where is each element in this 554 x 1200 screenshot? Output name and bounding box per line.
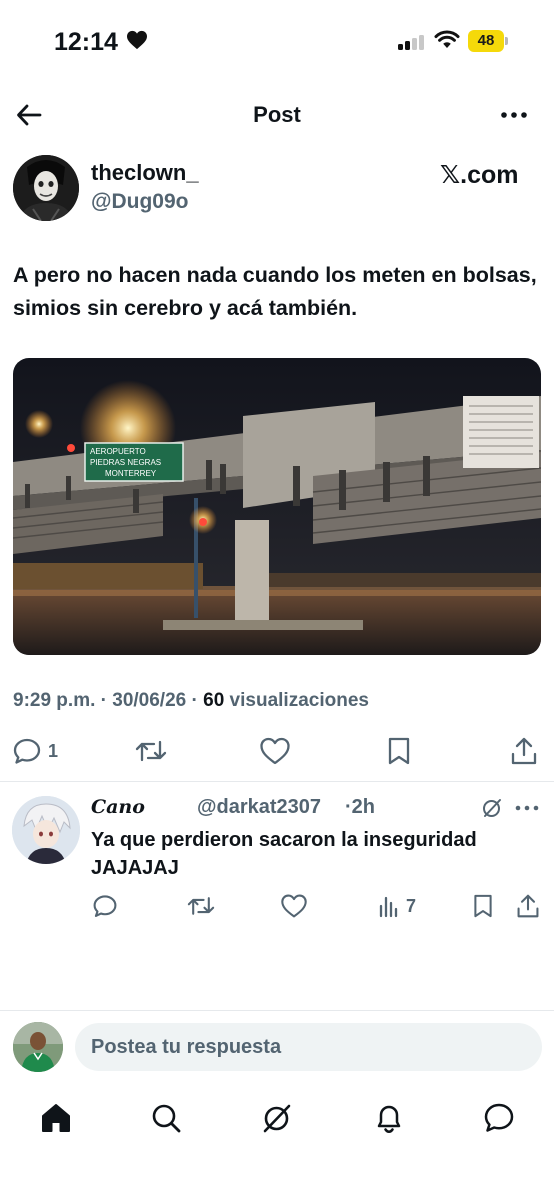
post-date: 30/06/26 xyxy=(112,690,187,711)
x-com-link[interactable]: 𝕏.com xyxy=(440,160,519,190)
author-handle[interactable]: @Dug09o xyxy=(91,190,188,214)
reply-views-count: 7 xyxy=(406,895,417,916)
grok-icon[interactable] xyxy=(480,796,504,820)
reply-composer-input[interactable] xyxy=(75,1023,542,1071)
road-sign-line1: AEROPUERTO xyxy=(90,447,146,456)
reply-bookmark-button[interactable] xyxy=(472,892,494,920)
reply-author-avatar[interactable] xyxy=(12,796,80,864)
bottom-tab-bar xyxy=(0,1096,554,1140)
more-horizontal-icon[interactable] xyxy=(498,102,530,128)
divider xyxy=(0,1010,554,1011)
reply-display-name[interactable]: Cano xyxy=(91,796,145,818)
post-text: A pero no hacen nada cuando los meten en… xyxy=(13,263,537,320)
battery-icon: 48 xyxy=(468,30,508,52)
home-icon[interactable] xyxy=(38,1100,74,1136)
reply-share-button[interactable] xyxy=(516,892,540,920)
bookmark-icon xyxy=(388,737,410,765)
more-horizontal-icon[interactable] xyxy=(514,800,540,816)
reply-time: ·2h xyxy=(345,796,376,818)
heart-icon xyxy=(127,30,147,50)
post-actions: 1 xyxy=(0,734,554,770)
share-icon xyxy=(517,894,539,918)
bookmark-icon xyxy=(474,894,492,918)
post-image[interactable]: AEROPUERTO PIEDRAS NEGRAS MONTERREY xyxy=(13,358,541,655)
road-sign-line3: MONTERREY xyxy=(105,469,157,478)
reply-handle[interactable]: @darkat2307 xyxy=(197,796,321,819)
grok-icon[interactable] xyxy=(259,1100,295,1136)
composer-avatar[interactable] xyxy=(13,1022,63,1072)
views-icon xyxy=(379,896,398,918)
bookmark-button[interactable] xyxy=(386,734,412,768)
like-icon xyxy=(260,737,290,765)
reply-actions: 7 xyxy=(0,892,554,922)
like-button[interactable] xyxy=(259,734,291,768)
repost-button[interactable] xyxy=(134,734,168,768)
notifications-icon[interactable] xyxy=(371,1100,407,1136)
share-icon xyxy=(511,737,537,765)
reply-repost-button[interactable] xyxy=(186,892,216,920)
post-meta: 9:29 p.m. · 30/06/26 · 60 visualizacione… xyxy=(13,690,369,711)
divider xyxy=(0,781,554,782)
like-icon xyxy=(281,894,307,918)
reply-reply-button[interactable] xyxy=(92,892,118,920)
status-bar: 12:14 48 xyxy=(0,0,554,84)
messages-icon[interactable] xyxy=(481,1100,517,1136)
author-display-name[interactable]: theclown_ xyxy=(91,160,199,186)
page-title: Post xyxy=(253,102,301,127)
search-icon[interactable] xyxy=(148,1100,184,1136)
views-count: 60 xyxy=(203,690,225,711)
author-avatar[interactable] xyxy=(13,155,79,221)
reply-icon xyxy=(13,738,41,764)
wifi-icon xyxy=(434,30,460,48)
share-button[interactable] xyxy=(510,734,538,768)
reply-button[interactable]: 1 xyxy=(12,734,58,768)
views-label: visualizaciones xyxy=(229,690,369,711)
battery-level: 48 xyxy=(477,32,495,49)
reply-text: Ya que perdieron sacaron la inseguridad … xyxy=(91,829,477,879)
road-sign-line2: PIEDRAS NEGRAS xyxy=(90,458,161,467)
post-header: Post xyxy=(0,90,554,140)
reply-icon xyxy=(93,895,117,918)
reply-views-button[interactable]: 7 xyxy=(378,892,416,920)
repost-icon xyxy=(187,897,215,915)
post-time: 9:29 p.m. xyxy=(13,690,96,711)
reply-like-button[interactable] xyxy=(280,892,308,920)
repost-icon xyxy=(135,740,167,762)
cellular-signal-icon xyxy=(398,34,424,50)
status-time: 12:14 xyxy=(54,28,118,56)
reply-count: 1 xyxy=(48,740,59,761)
